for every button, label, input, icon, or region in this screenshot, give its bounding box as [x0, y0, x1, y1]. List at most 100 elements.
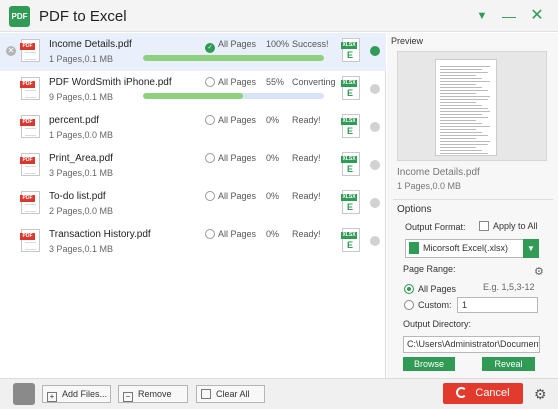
page-range-selector[interactable]: All Pages	[205, 153, 256, 163]
preview-line	[440, 105, 482, 106]
conversion-status: Ready!	[292, 229, 321, 239]
preview-line	[440, 93, 476, 94]
output-directory-label: Output Directory:	[403, 319, 472, 329]
open-output-icon[interactable]	[370, 122, 380, 132]
page-range-value: All Pages	[218, 191, 257, 201]
cancel-button[interactable]: Cancel	[443, 383, 523, 404]
file-meta: 1 Pages,0.0 MB	[49, 130, 114, 140]
preview-line	[440, 84, 476, 85]
output-format-select[interactable]: Micorsoft Excel(.xlsx) ▼	[405, 239, 539, 258]
xlsx-output-icon: XLSX E	[341, 38, 360, 62]
file-name: To-do list.pdf	[49, 191, 106, 202]
close-button[interactable]: ✕	[525, 4, 549, 28]
page-range-settings-icon[interactable]: ⚙	[534, 265, 544, 278]
xlsx-tag: XLSX	[341, 80, 357, 87]
add-files-button[interactable]: + Add Files...	[42, 385, 111, 403]
xlsx-output-icon: XLSX E	[341, 152, 360, 176]
remove-button[interactable]: − Remove	[118, 385, 188, 403]
clear-all-button[interactable]: Clear All	[196, 385, 265, 403]
clock-icon	[205, 115, 215, 125]
preview-label: Preview	[391, 36, 424, 46]
open-output-icon[interactable]	[370, 46, 380, 56]
preview-line	[440, 120, 476, 121]
progress-fill	[143, 55, 324, 61]
preview-file-name: Income Details.pdf	[397, 167, 480, 178]
preview-line	[440, 150, 482, 151]
progress-percent: 0%	[266, 153, 280, 163]
file-row[interactable]: ✕ PDF Income Details.pdf 1 Pages,0.1 MB ✓ All…	[0, 33, 386, 71]
custom-radio[interactable]: Custom:	[404, 300, 452, 310]
minimize-button[interactable]: —	[497, 4, 521, 28]
page-range-example: E.g. 1,5,3-12	[483, 282, 535, 292]
page-range-selector[interactable]: All Pages	[205, 115, 256, 125]
xlsx-output-icon: XLSX E	[341, 228, 360, 252]
remove-row-icon[interactable]: ✕	[6, 46, 16, 56]
preview-line	[440, 96, 490, 97]
reveal-button[interactable]: Reveal	[482, 357, 535, 371]
preview-line	[440, 90, 488, 91]
custom-label: Custom:	[418, 300, 452, 310]
page-range-selector[interactable]: All Pages	[205, 77, 256, 87]
preview-page	[435, 59, 497, 156]
dropdown-menu-icon[interactable]: ▼	[470, 4, 494, 28]
file-row[interactable]: PDF PDF WordSmith iPhone.pdf 9 Pages,0.1 M…	[0, 71, 386, 109]
open-output-icon[interactable]	[370, 84, 380, 94]
file-row[interactable]: PDF Print_Area.pdf 3 Pages,0.1 MB All Pages…	[0, 147, 386, 185]
page-range-value: All Pages	[218, 39, 257, 49]
file-row[interactable]: PDF percent.pdf 1 Pages,0.0 MB All Pages 0% R…	[0, 109, 386, 147]
file-meta: 3 Pages,0.1 MB	[49, 168, 114, 178]
open-output-icon[interactable]	[370, 198, 380, 208]
preview-line	[440, 87, 482, 88]
pdf-file-icon: PDF	[20, 229, 40, 252]
file-row[interactable]: PDF Transaction History.pdf 3 Pages,0.1 MB…	[0, 223, 386, 261]
open-output-icon[interactable]	[370, 236, 380, 246]
page-range-selector[interactable]: ✓ All Pages	[205, 39, 256, 53]
preview-line	[440, 153, 488, 154]
open-output-icon[interactable]	[370, 160, 380, 170]
clock-icon	[205, 153, 215, 163]
options-label: Options	[397, 204, 432, 215]
preview-line	[440, 123, 482, 124]
xlsx-tag: XLSX	[341, 232, 357, 239]
xlsx-output-icon: XLSX E	[341, 114, 360, 138]
apply-to-all-checkbox[interactable]: Apply to All	[479, 221, 538, 231]
xlsx-tag: XLSX	[341, 194, 357, 201]
custom-range-input[interactable]: 1	[457, 297, 538, 313]
progress-bar	[143, 55, 324, 61]
radio-selected-icon	[404, 284, 414, 294]
page-range-selector[interactable]: All Pages	[205, 191, 256, 201]
settings-gear-icon[interactable]: ⚙	[534, 386, 547, 403]
progress-bar	[143, 93, 324, 99]
progress-percent: 0%	[266, 229, 280, 239]
pdf-file-icon: PDF	[20, 77, 40, 100]
radio-icon	[404, 300, 414, 310]
cancel-label: Cancel	[475, 387, 510, 399]
output-directory-input[interactable]: C:\Users\Administrator\Documents	[403, 336, 540, 353]
page-range-selector[interactable]: All Pages	[205, 229, 256, 239]
chevron-down-icon: ▼	[523, 239, 539, 258]
pdf-tag: PDF	[20, 43, 35, 50]
progress-percent: 0%	[266, 191, 280, 201]
pdf-converter-logo-icon	[13, 383, 35, 405]
preview-line	[440, 132, 482, 133]
preview-line	[440, 147, 476, 148]
xlsx-output-icon: XLSX E	[341, 190, 360, 214]
conversion-status: Ready!	[292, 191, 321, 201]
preview-line	[440, 135, 488, 136]
divider	[393, 199, 553, 200]
preview-line	[440, 117, 488, 118]
preview-line	[440, 129, 476, 130]
clock-icon	[205, 77, 215, 87]
pdf-tag: PDF	[20, 81, 35, 88]
file-row[interactable]: PDF To-do list.pdf 2 Pages,0.0 MB All Pages…	[0, 185, 386, 223]
clock-icon	[205, 191, 215, 201]
file-name: percent.pdf	[49, 115, 100, 126]
preview-line	[440, 141, 490, 142]
browse-button[interactable]: Browse	[403, 357, 455, 371]
progress-percent: 100%	[266, 39, 290, 49]
progress-percent: 0%	[266, 115, 280, 125]
all-pages-radio[interactable]: All Pages	[404, 284, 456, 294]
trash-icon	[201, 389, 211, 399]
add-files-label: Add Files...	[62, 389, 108, 399]
pdf-tag: PDF	[20, 157, 35, 164]
